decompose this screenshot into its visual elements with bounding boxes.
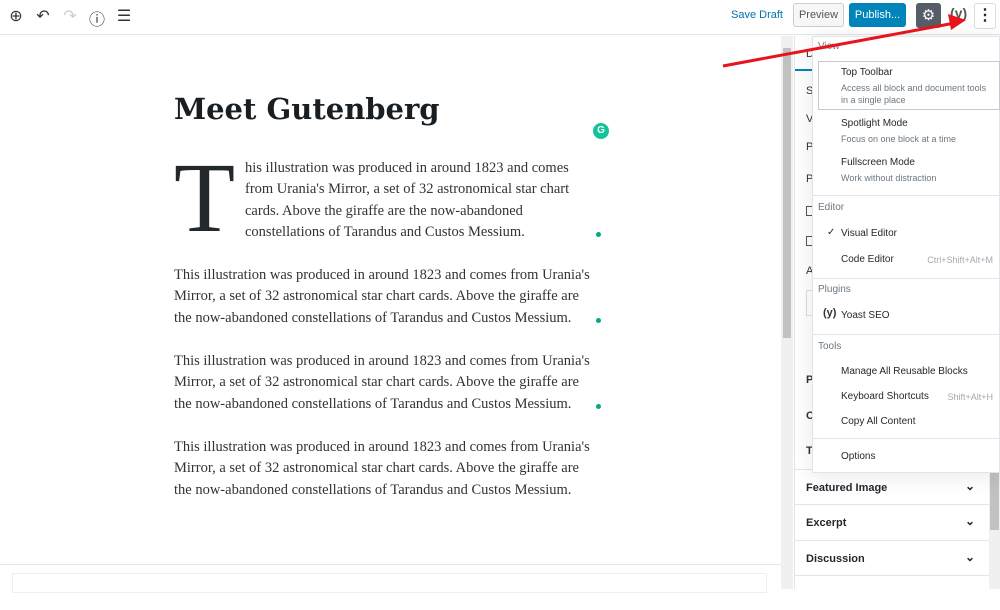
annotation-arrow-icon	[722, 14, 966, 68]
